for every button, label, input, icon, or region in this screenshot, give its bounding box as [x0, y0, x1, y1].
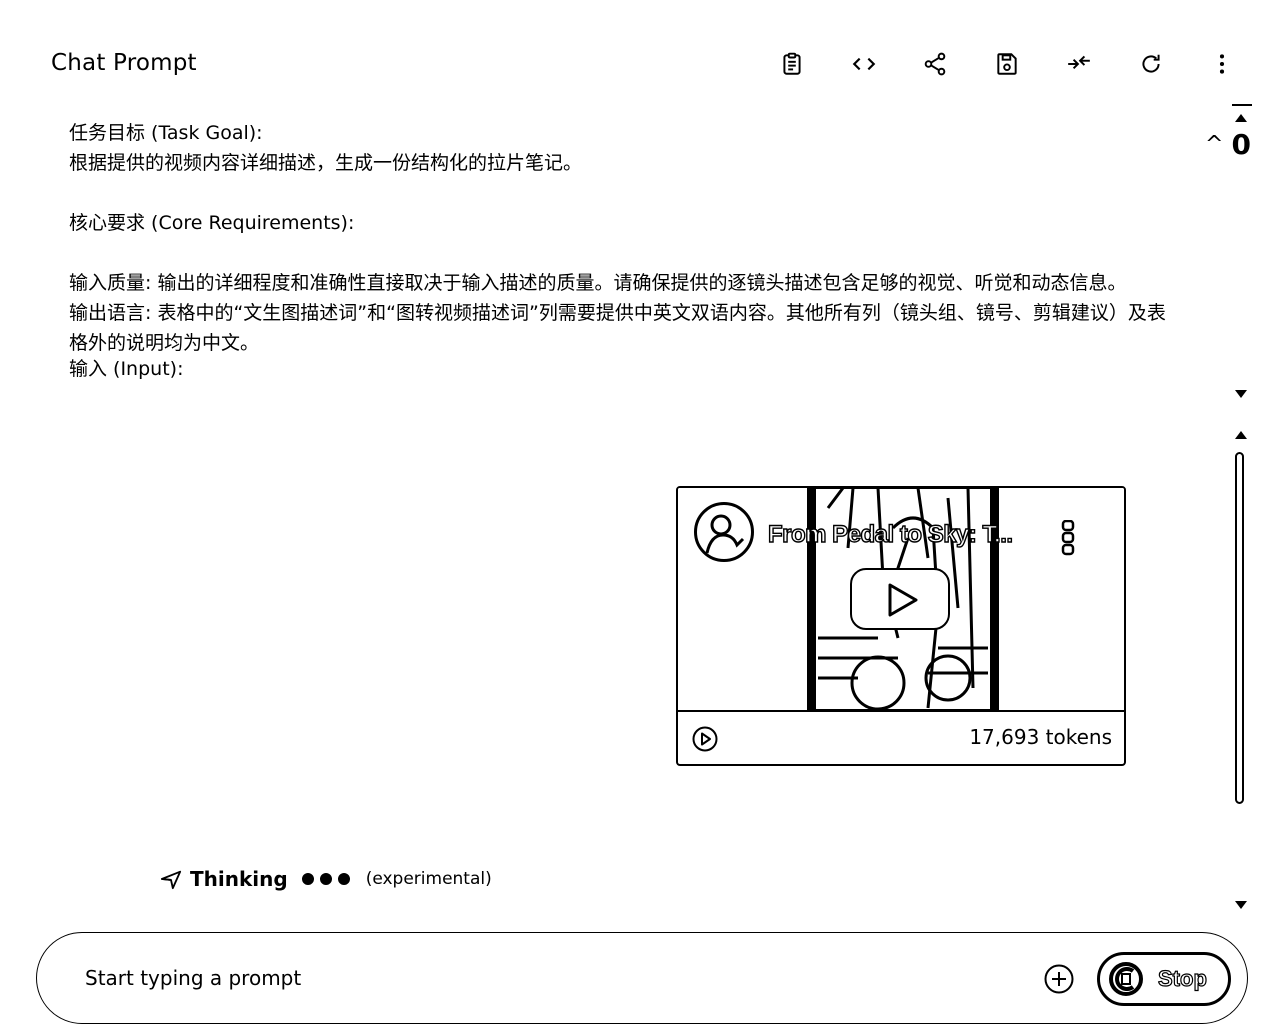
stop-label: Stop	[1157, 965, 1207, 991]
play-circle-icon[interactable]	[692, 726, 718, 752]
token-count: 17,693 tokens	[969, 725, 1112, 749]
video-more-icon[interactable]	[1061, 519, 1075, 556]
compare-icon[interactable]	[1057, 46, 1101, 82]
prompt-input[interactable]	[85, 961, 985, 995]
play-icon	[888, 583, 918, 617]
match-count: 0	[1231, 128, 1251, 161]
caret-up-icon[interactable]: ^	[1205, 130, 1223, 160]
video-thumbnail[interactable]: From Pedal to Sky: T...	[678, 488, 1124, 710]
spark-icon	[160, 870, 182, 890]
prompt-line: 输出语言: 表格中的“文生图描述词”和“图转视频描述词”列需要提供中英文双语内容…	[69, 302, 1166, 354]
video-play-button[interactable]	[850, 568, 950, 630]
scroll-up-arrow-icon[interactable]	[1235, 431, 1247, 439]
prompt-line: 核心要求 (Core Requirements):	[69, 212, 355, 234]
clipboard-icon[interactable]	[770, 46, 814, 82]
scrollbar-top-edge	[1232, 104, 1252, 106]
stop-spinner-icon	[1109, 962, 1143, 996]
page-title: Chat Prompt	[51, 50, 197, 76]
loading-dots	[301, 873, 350, 885]
prompt-input-bar: Stop	[36, 932, 1248, 1024]
thinking-label: Thinking	[190, 867, 288, 891]
save-icon[interactable]	[985, 46, 1029, 82]
prompt-line: 根据提供的视频内容详细描述，生成一份结构化的拉片笔记。	[69, 152, 583, 174]
prompt-line: 输入 (Input):	[69, 358, 184, 380]
code-icon[interactable]	[842, 46, 886, 82]
video-title[interactable]: From Pedal to Sky: T...	[767, 520, 1013, 549]
scroll-up-arrow-icon[interactable]	[1235, 114, 1247, 122]
thinking-indicator: Thinking (experimental)	[160, 864, 492, 894]
more-vert-icon[interactable]	[1200, 46, 1244, 82]
share-icon[interactable]	[913, 46, 957, 82]
channel-avatar[interactable]	[694, 502, 754, 562]
scroll-down-arrow-icon[interactable]	[1235, 901, 1247, 909]
prompt-text[interactable]: 任务目标 (Task Goal): 根据提供的视频内容详细描述，生成一份结构化的…	[69, 118, 1179, 406]
video-footer: 17,693 tokens	[678, 710, 1124, 764]
refresh-icon[interactable]	[1129, 46, 1173, 82]
prompt-line: 输入质量: 输出的详细程度和准确性直接取决于输入描述的质量。请确保提供的逐镜头描…	[69, 272, 1127, 294]
scroll-down-arrow-icon[interactable]	[1235, 390, 1247, 398]
experimental-note: (experimental)	[365, 869, 492, 889]
prompt-line: 任务目标 (Task Goal):	[69, 122, 263, 144]
chat-prompt-page: Chat Prompt 任务目标 (Task Goal): 根据提供的视频内容详…	[0, 0, 1280, 1031]
match-navigator: ^ 0	[1205, 130, 1251, 160]
scrollbar-thumb[interactable]	[1235, 452, 1244, 804]
add-icon[interactable]	[1044, 964, 1074, 994]
stop-button[interactable]: Stop	[1097, 952, 1231, 1006]
video-attachment-card[interactable]: From Pedal to Sky: T... 17,693 tokens	[676, 486, 1126, 766]
